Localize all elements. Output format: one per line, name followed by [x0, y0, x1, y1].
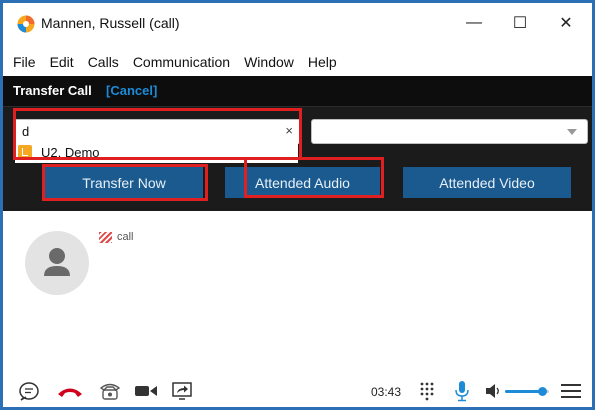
transfer-now-button[interactable]: Transfer Now: [45, 167, 203, 198]
maximize-button[interactable]: ☐: [505, 11, 535, 35]
transfer-panel: Transfer Call [Cancel] × U2, Demo Transf…: [3, 76, 592, 211]
microphone-icon: [455, 381, 469, 402]
hangup-button[interactable]: [55, 381, 85, 401]
transfer-now-label: Transfer Now: [82, 174, 166, 191]
minimize-button[interactable]: —: [459, 11, 489, 35]
menu-communication[interactable]: Communication: [126, 54, 237, 70]
menu-calls[interactable]: Calls: [81, 54, 126, 70]
volume-fill: [505, 390, 543, 393]
maximize-icon: ☐: [512, 15, 528, 32]
dropdown-arrow-icon: [567, 129, 577, 135]
phone-icon: [99, 383, 121, 400]
hangup-icon: [58, 388, 82, 397]
video-button[interactable]: [133, 381, 159, 401]
video-icon: [135, 386, 157, 396]
keypad-icon: [420, 382, 434, 401]
call-content: call: [3, 211, 592, 375]
microphone-button[interactable]: [453, 381, 471, 402]
call-status-label: call: [117, 231, 134, 243]
attended-video-button[interactable]: Attended Video: [403, 167, 571, 198]
transfer-header: Transfer Call [Cancel]: [3, 76, 592, 107]
chat-button[interactable]: [17, 381, 41, 401]
transfer-search-box: ×: [15, 119, 300, 144]
attended-audio-label: Attended Audio: [255, 174, 350, 191]
cancel-link[interactable]: [Cancel]: [106, 83, 157, 98]
phone-button[interactable]: [97, 381, 123, 401]
avatar: [25, 231, 89, 295]
clear-icon[interactable]: ×: [285, 123, 293, 138]
call-status: call: [99, 231, 134, 243]
menu-icon: [561, 384, 581, 398]
screen-share-icon: [172, 382, 192, 400]
attended-video-label: Attended Video: [439, 174, 535, 191]
volume-slider[interactable]: [505, 387, 549, 396]
call-status-icon: [99, 231, 112, 243]
contact-icon: [18, 145, 32, 159]
window-title: Mannen, Russell (call): [41, 15, 180, 31]
screen-share-button[interactable]: [169, 381, 195, 401]
call-toolbar: 03:43: [3, 375, 592, 407]
app-logo-icon: [17, 15, 35, 33]
menu-window[interactable]: Window: [237, 54, 301, 70]
minimize-icon: —: [466, 14, 482, 31]
transfer-search-input[interactable]: [22, 123, 262, 139]
menu-bar: File Edit Calls Communication Window Hel…: [3, 48, 592, 76]
title-bar: Mannen, Russell (call) — ☐ ✕: [3, 3, 592, 45]
suggestion-name: U2, Demo: [41, 145, 100, 160]
suggestion-item[interactable]: U2, Demo: [15, 143, 298, 163]
keypad-button[interactable]: [417, 381, 437, 401]
user-icon: [44, 248, 70, 276]
speaker-button[interactable]: [485, 381, 503, 401]
speaker-icon: [486, 384, 499, 398]
volume-thumb[interactable]: [537, 387, 547, 396]
transfer-title: Transfer Call: [13, 83, 92, 98]
transfer-target-dropdown[interactable]: [311, 119, 588, 144]
menu-help[interactable]: Help: [301, 54, 344, 70]
chat-icon: [19, 382, 39, 401]
menu-file[interactable]: File: [3, 54, 43, 70]
menu-button[interactable]: [559, 381, 583, 401]
close-button[interactable]: ✕: [551, 11, 581, 35]
call-window: Mannen, Russell (call) — ☐ ✕ File Edit C…: [0, 0, 595, 410]
call-timer: 03:43: [371, 385, 402, 399]
close-icon: ✕: [559, 15, 573, 32]
attended-audio-button[interactable]: Attended Audio: [225, 167, 380, 198]
menu-edit[interactable]: Edit: [43, 54, 81, 70]
